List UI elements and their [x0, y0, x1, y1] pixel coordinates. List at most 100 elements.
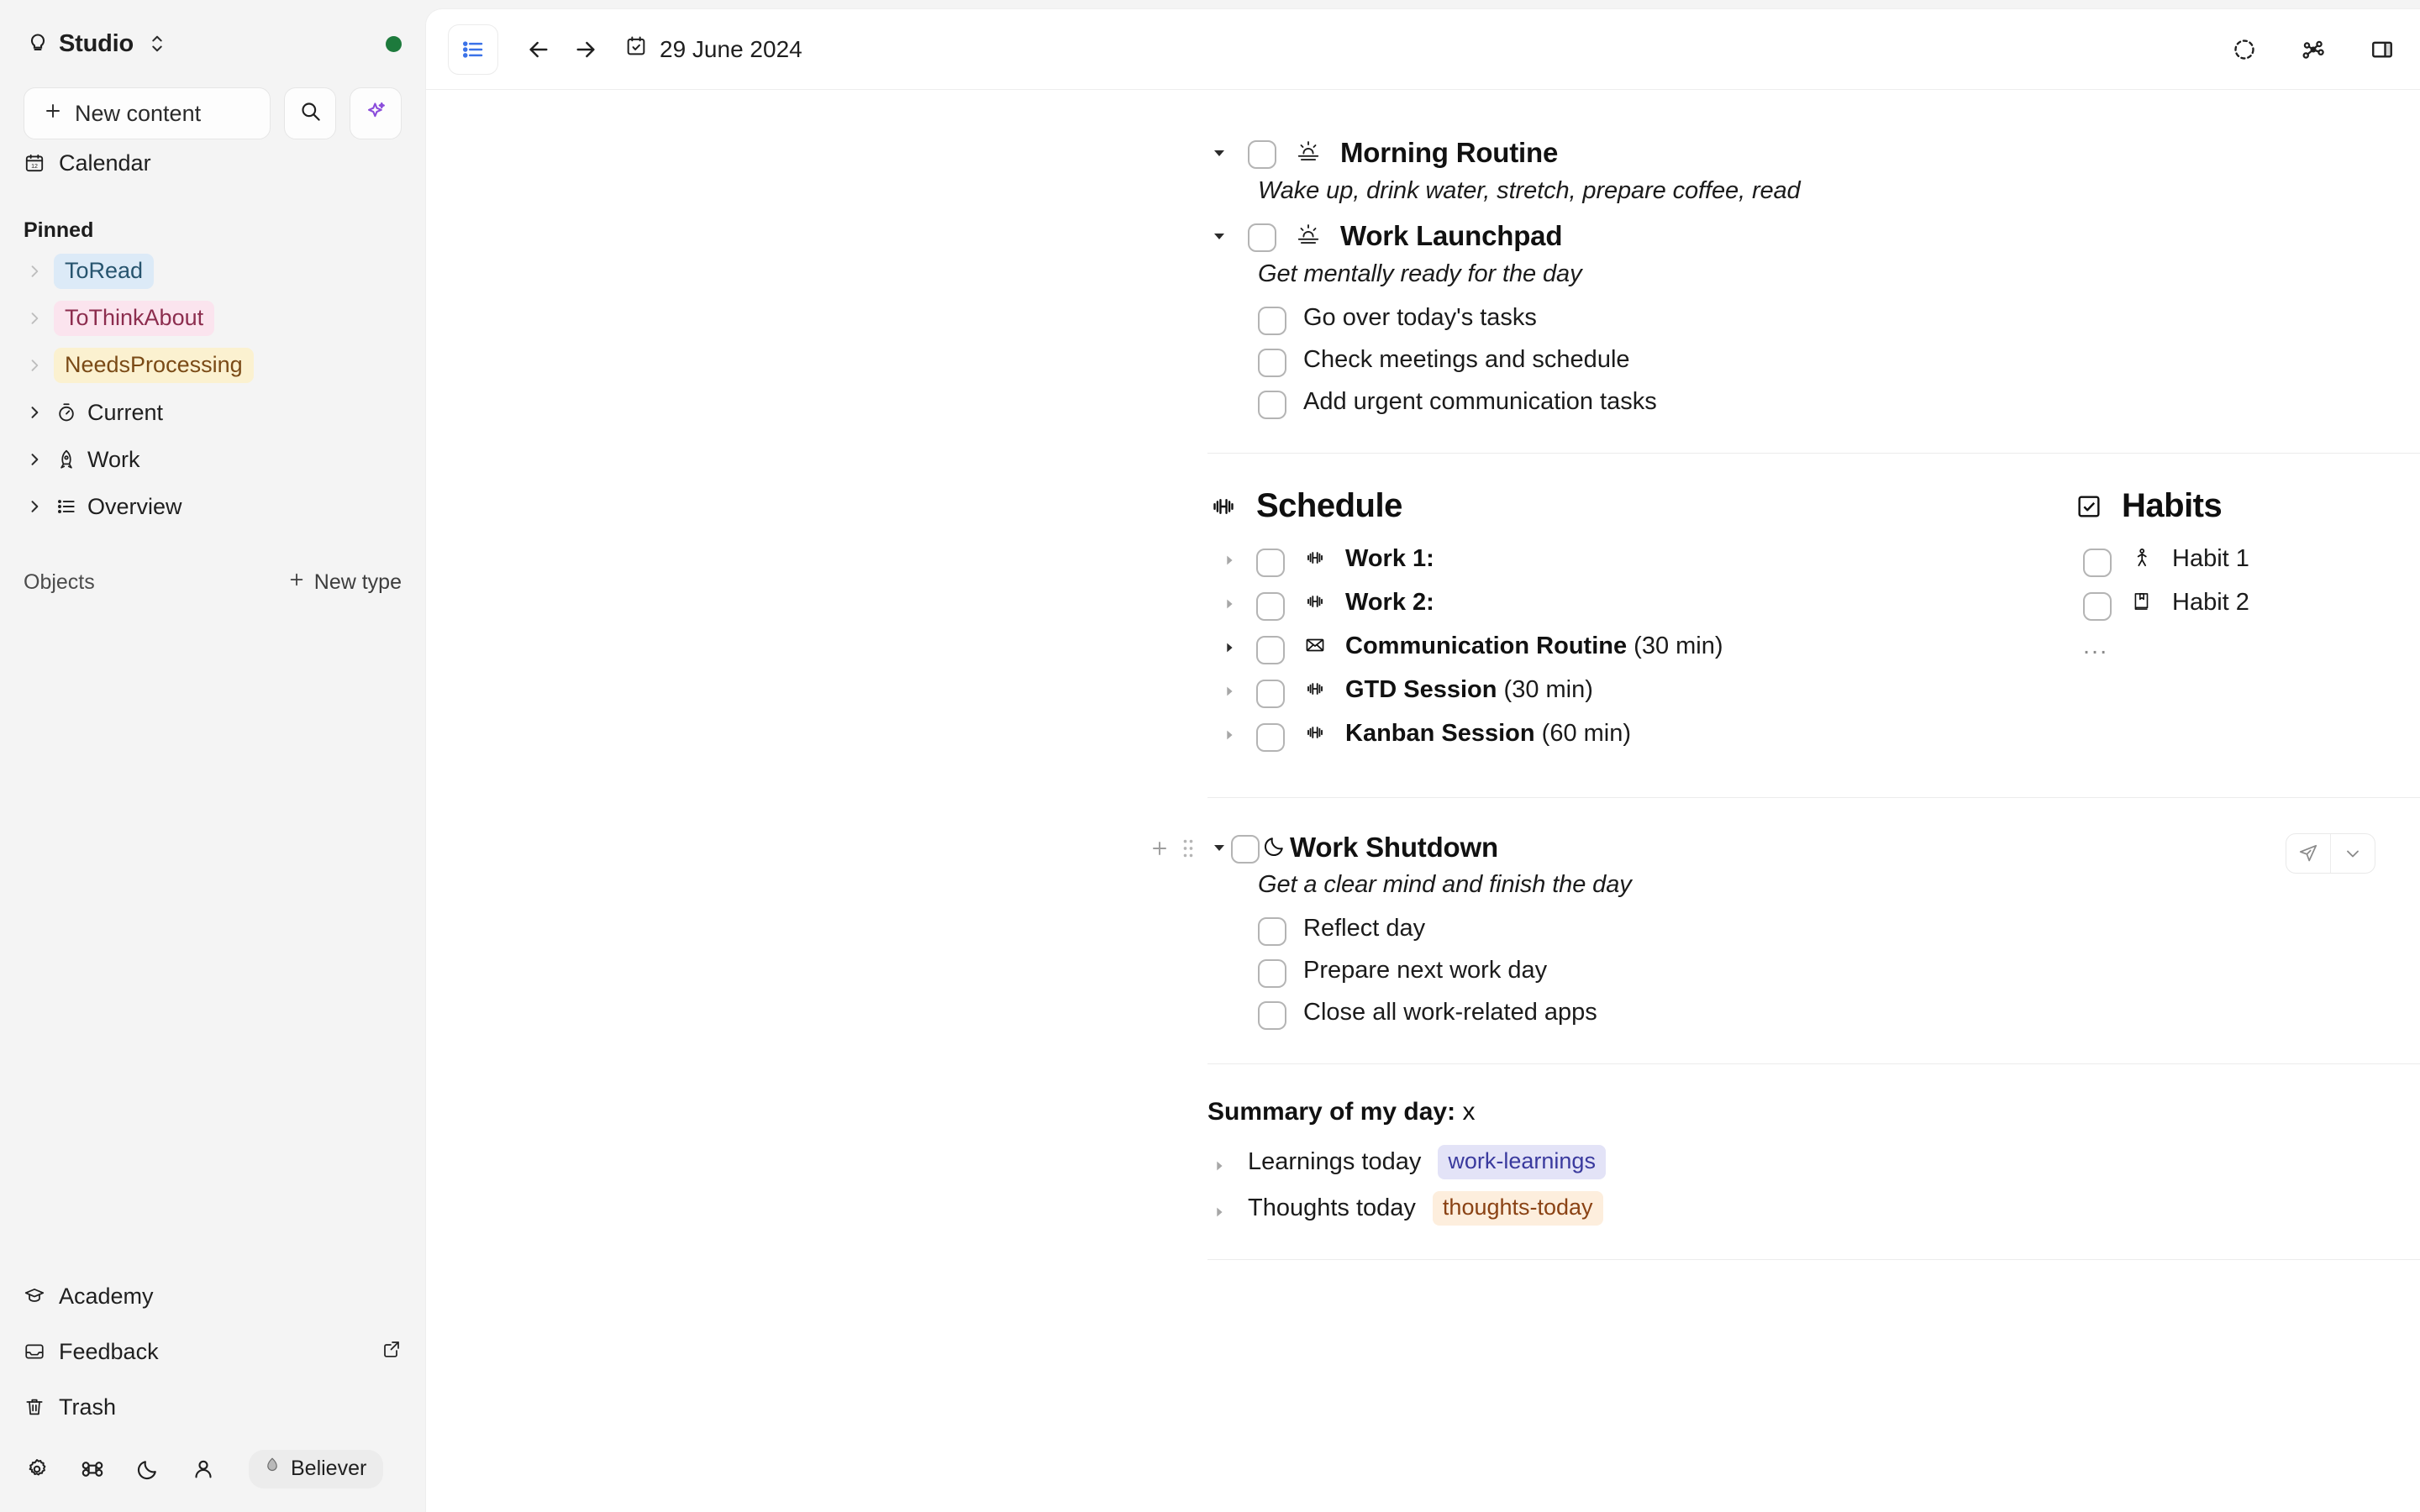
- triangle-right-icon[interactable]: [1218, 545, 1241, 568]
- checkbox[interactable]: [1256, 549, 1285, 577]
- person-icon[interactable]: [188, 1454, 218, 1484]
- divider: [1207, 453, 2420, 454]
- new-content-button[interactable]: New content: [24, 87, 271, 139]
- schedule-row[interactable]: Work 2:: [1207, 589, 2073, 621]
- summary-row-tag[interactable]: work-learnings: [1438, 1145, 1606, 1179]
- habit-row[interactable]: Habit 1: [2073, 545, 2420, 577]
- search-button[interactable]: [284, 87, 336, 139]
- triangle-down-icon[interactable]: [1207, 137, 1231, 161]
- summary-line[interactable]: Summary of my day: x: [426, 1098, 2420, 1126]
- sidebar-actions: New content: [0, 87, 425, 139]
- chevron-right-icon[interactable]: [24, 307, 45, 329]
- drag-handle-icon[interactable]: [1181, 837, 1196, 864]
- checklist-item[interactable]: Reflect day: [426, 914, 2420, 946]
- list-view-icon[interactable]: [448, 24, 498, 75]
- space-header[interactable]: Studio: [0, 22, 425, 66]
- summary-row-tag[interactable]: thoughts-today: [1432, 1191, 1603, 1226]
- triangle-down-icon[interactable]: [1207, 220, 1231, 244]
- app-root: Studio New content 12 Calendar Pinned To…: [0, 0, 2420, 1512]
- habits-more[interactable]: ...: [2073, 633, 2420, 660]
- summary-row[interactable]: Learnings today work-learnings: [426, 1145, 2420, 1179]
- chevron-right-icon[interactable]: [24, 496, 45, 517]
- sidebar-item-overview[interactable]: Overview: [0, 483, 425, 530]
- membership-badge[interactable]: Believer: [249, 1450, 384, 1488]
- sidebar-item-label: NeedsProcessing: [54, 347, 254, 384]
- habit-row[interactable]: Habit 2: [2073, 589, 2420, 621]
- sidebar-item-calendar[interactable]: 12 Calendar: [0, 139, 425, 186]
- checkbox[interactable]: [2083, 592, 2112, 621]
- external-link-icon[interactable]: [381, 1339, 402, 1365]
- chevron-right-icon[interactable]: [24, 260, 45, 282]
- schedule-row[interactable]: Work 1:: [1207, 545, 2073, 577]
- plus-icon[interactable]: [1149, 837, 1171, 864]
- triangle-right-icon[interactable]: [1207, 1197, 1231, 1220]
- arrow-right-icon[interactable]: [562, 26, 609, 73]
- checkbox[interactable]: [1256, 680, 1285, 708]
- checkbox[interactable]: [1256, 592, 1285, 621]
- sidebar-item-toread[interactable]: ToRead: [0, 248, 425, 295]
- checkbox[interactable]: [1231, 835, 1260, 864]
- checklist-item[interactable]: Add urgent communication tasks: [426, 387, 2420, 419]
- triangle-right-icon[interactable]: [1218, 676, 1241, 699]
- ai-button[interactable]: [350, 87, 402, 139]
- gear-icon[interactable]: [22, 1454, 52, 1484]
- panel-right-icon[interactable]: [2359, 26, 2406, 73]
- sidebar-item-academy[interactable]: Academy: [0, 1268, 425, 1324]
- section-title: Schedule: [1256, 487, 1402, 524]
- triangle-right-icon[interactable]: [1218, 720, 1241, 743]
- checkbox[interactable]: [2083, 549, 2112, 577]
- sidebar-item-feedback[interactable]: Feedback: [0, 1324, 425, 1379]
- dashed-circle-icon[interactable]: [2221, 26, 2268, 73]
- summary-row[interactable]: Thoughts today thoughts-today: [426, 1191, 2420, 1226]
- sparkles-icon: [365, 100, 387, 127]
- command-icon[interactable]: [77, 1454, 108, 1484]
- checklist-item[interactable]: Prepare next work day: [426, 956, 2420, 988]
- sidebar-item-trash[interactable]: Trash: [0, 1379, 425, 1435]
- sidebar: Studio New content 12 Calendar Pinned To…: [0, 0, 425, 1512]
- checklist-item[interactable]: Check meetings and schedule: [426, 345, 2420, 377]
- chevron-right-icon[interactable]: [24, 402, 45, 423]
- graph-icon[interactable]: [2290, 26, 2337, 73]
- send-icon[interactable]: [2286, 834, 2330, 873]
- block-work-shutdown[interactable]: Work Shutdown: [426, 832, 2420, 874]
- triangle-right-icon[interactable]: [1207, 1151, 1231, 1173]
- divider: [1207, 797, 2420, 798]
- chevron-updown-icon[interactable]: [147, 29, 167, 58]
- checklist-item[interactable]: Go over today's tasks: [426, 303, 2420, 335]
- chevron-down-icon[interactable]: [2331, 834, 2375, 873]
- checkbox[interactable]: [1258, 391, 1286, 419]
- checklist-item[interactable]: Close all work-related apps: [426, 998, 2420, 1030]
- sidebar-item-needsprocessing[interactable]: NeedsProcessing: [0, 342, 425, 389]
- sidebar-item-work[interactable]: Work: [0, 436, 425, 483]
- checkbox[interactable]: [1258, 1001, 1286, 1030]
- checkbox[interactable]: [1248, 223, 1276, 252]
- checkbox[interactable]: [1256, 636, 1285, 664]
- block-morning-routine[interactable]: Morning Routine: [426, 137, 2420, 169]
- chevron-right-icon[interactable]: [24, 354, 45, 376]
- checkbox[interactable]: [1256, 723, 1285, 752]
- block-work-launchpad[interactable]: Work Launchpad: [426, 220, 2420, 252]
- triangle-right-icon[interactable]: [1218, 633, 1241, 655]
- summary-label: Summary of my day:: [1207, 1098, 1456, 1126]
- triangle-right-icon[interactable]: [1218, 589, 1241, 612]
- breadcrumb[interactable]: 29 June 2024: [624, 34, 802, 64]
- schedule-row[interactable]: GTD Session (30 min): [1207, 676, 2073, 708]
- sidebar-item-tothinkabout[interactable]: ToThinkAbout: [0, 295, 425, 342]
- space-name: Studio: [59, 29, 134, 57]
- new-type-button[interactable]: New type: [287, 570, 402, 595]
- sidebar-item-current[interactable]: Current: [0, 389, 425, 436]
- checkbox[interactable]: [1258, 959, 1286, 988]
- checklist-label: Add urgent communication tasks: [1303, 388, 1657, 415]
- arrow-left-icon[interactable]: [515, 26, 562, 73]
- block-title: Morning Routine: [1340, 137, 1559, 168]
- triangle-down-icon[interactable]: [1207, 832, 1231, 856]
- checkbox[interactable]: [1258, 917, 1286, 946]
- chevron-right-icon[interactable]: [24, 449, 45, 470]
- checkbox[interactable]: [1258, 349, 1286, 377]
- checkbox[interactable]: [1248, 140, 1276, 169]
- schedule-row[interactable]: Communication Routine (30 min): [1207, 633, 2073, 664]
- moon-icon[interactable]: [133, 1454, 163, 1484]
- schedule-row[interactable]: Kanban Session (60 min): [1207, 720, 2073, 752]
- checkbox[interactable]: [1258, 307, 1286, 335]
